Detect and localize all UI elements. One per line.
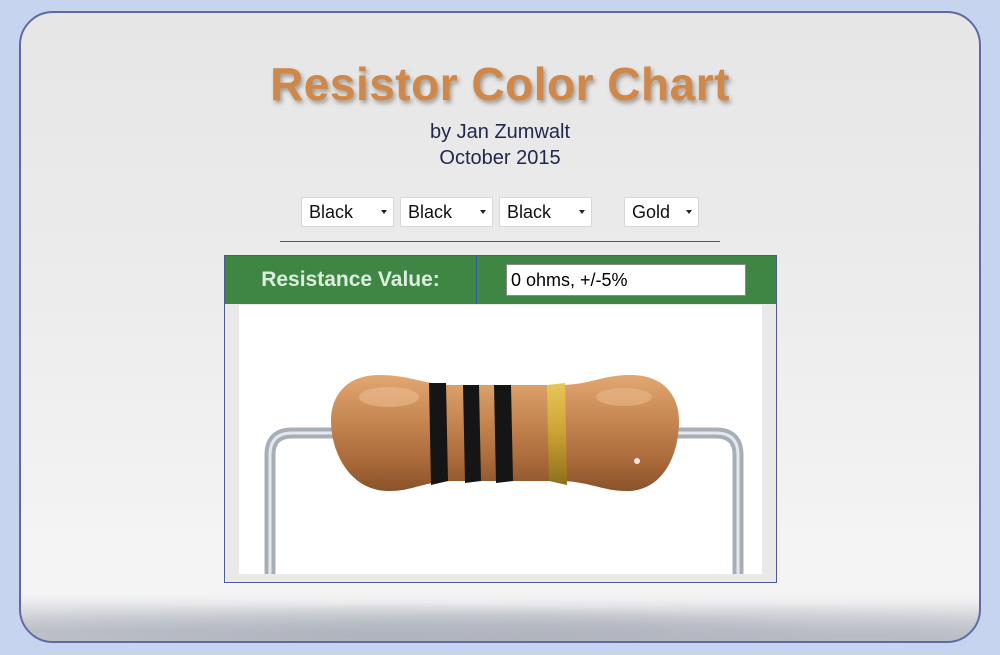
result-panel: Resistance Value: 0 ohms, +/-5% <box>224 255 777 583</box>
left-lead <box>264 427 345 580</box>
band2-select-value: Black <box>408 202 453 222</box>
resistor-chart-panel: Resistor Color Chart by Jan Zumwalt Octo… <box>19 11 981 643</box>
date-line: October 2015 <box>439 147 561 169</box>
author-line: by Jan Zumwalt <box>429 121 571 143</box>
tolerance-select-value: Gold <box>632 202 671 222</box>
tolerance-stripe <box>547 383 567 485</box>
left-lead-highlight <box>268 431 339 574</box>
band3-stripe <box>494 385 513 483</box>
band2-select[interactable]: Black <box>400 197 493 227</box>
body-highlight-right <box>596 388 652 406</box>
band-selectors: Black Black Black Gold <box>21 197 979 229</box>
resistance-label: Resistance Value: <box>225 256 477 304</box>
band1-stripe <box>429 383 448 485</box>
page-title: Resistor Color Chart <box>270 58 730 110</box>
divider <box>280 241 720 242</box>
band3-select-value: Black <box>507 202 552 222</box>
right-lead <box>657 427 744 580</box>
band1-select-value: Black <box>309 202 354 222</box>
chevron-down-icon <box>579 210 585 214</box>
body-highlight-left <box>359 387 419 407</box>
band3-select[interactable]: Black <box>499 197 592 227</box>
chevron-down-icon <box>480 210 486 214</box>
body-glint <box>634 458 640 464</box>
chevron-down-icon <box>381 210 387 214</box>
result-header: Resistance Value: 0 ohms, +/-5% <box>225 256 776 304</box>
chevron-down-icon <box>686 210 692 214</box>
band2-stripe <box>463 385 481 483</box>
resistor-illustration-area <box>239 305 762 580</box>
resistor-image <box>264 375 744 580</box>
band1-select[interactable]: Black <box>301 197 394 227</box>
background-fog <box>21 593 979 641</box>
byline: by Jan Zumwalt October 2015 <box>21 119 979 171</box>
resistance-value-field[interactable]: 0 ohms, +/-5% <box>506 264 746 296</box>
tolerance-select[interactable]: Gold <box>624 197 699 227</box>
right-lead-highlight <box>663 431 740 574</box>
